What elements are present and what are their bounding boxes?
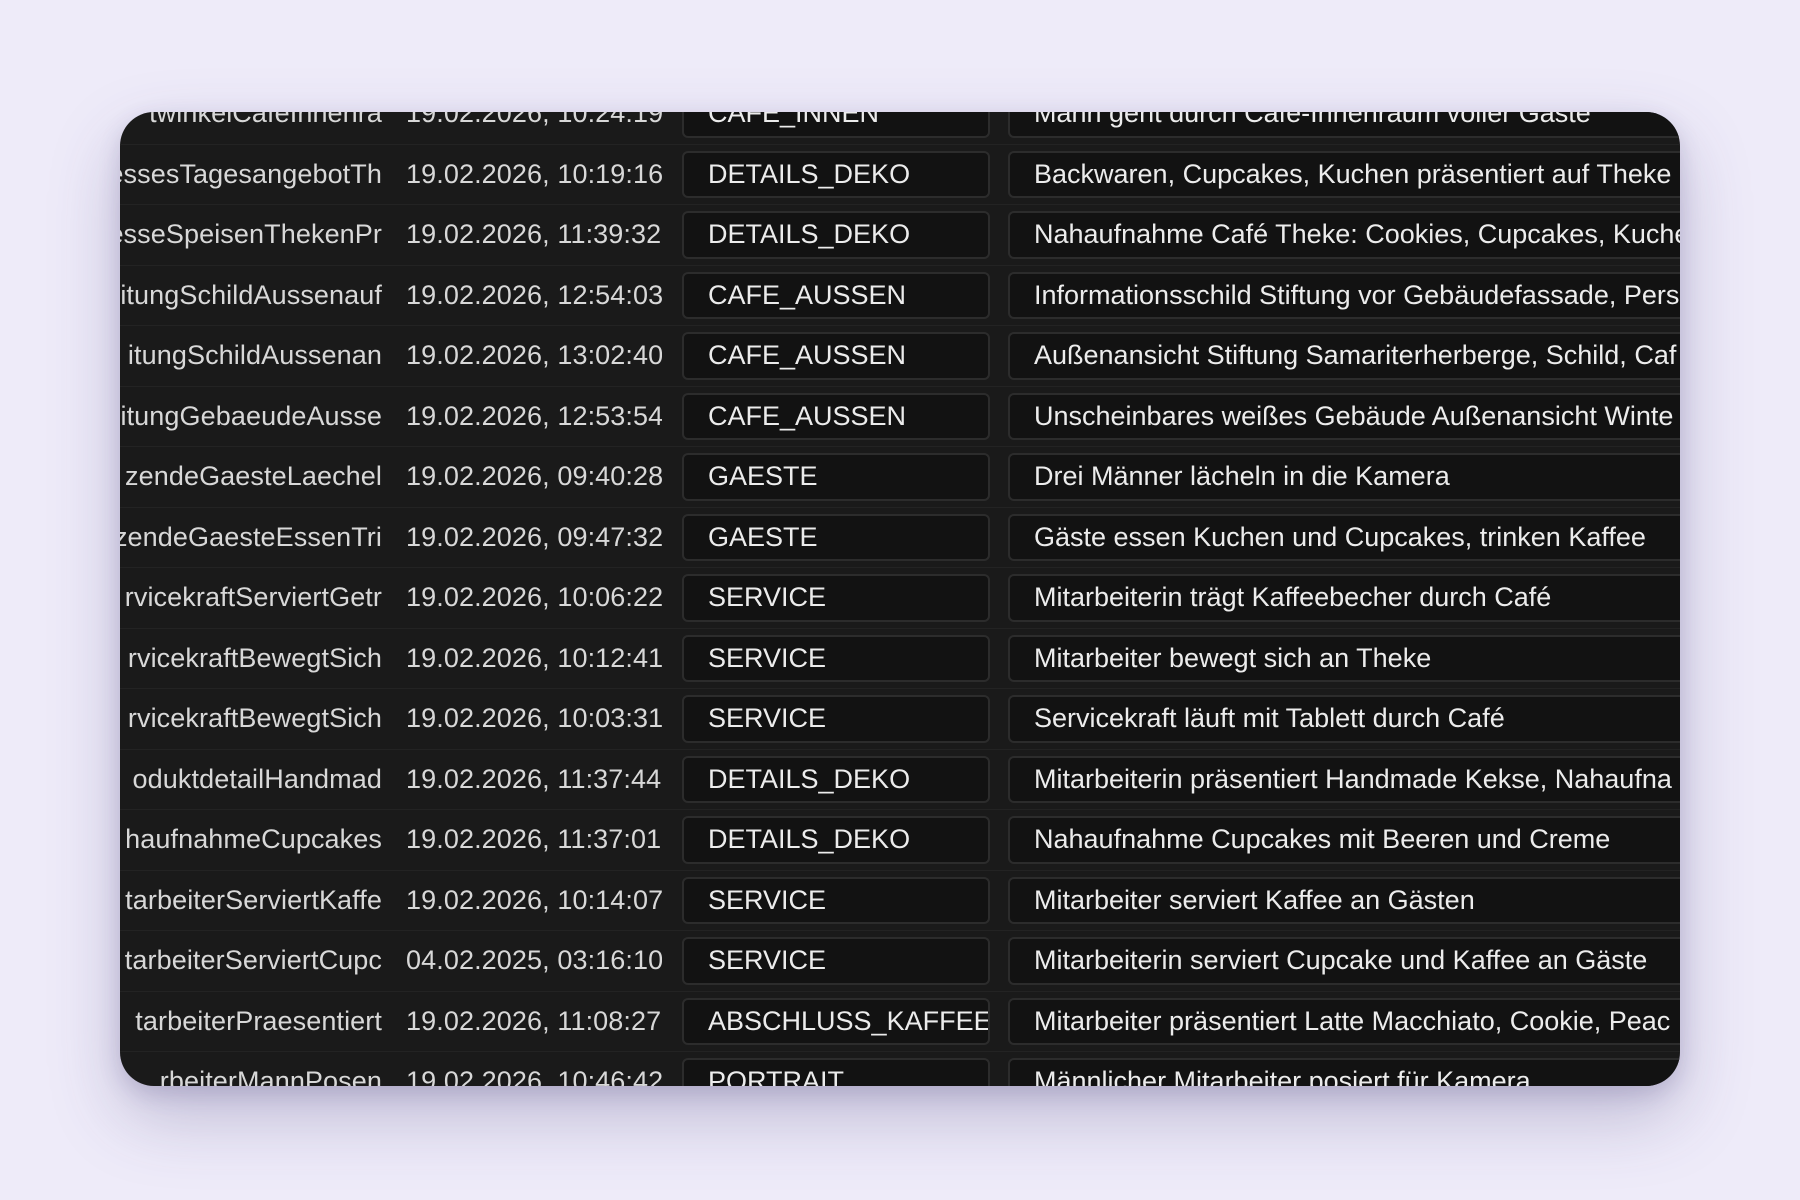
timestamp-cell: 19.02.2026, 13:02:40 (406, 340, 662, 371)
file-name-cell: zendeGaesteLaechel (125, 461, 382, 492)
file-name-cell: rvicekraftBewegtSich (127, 642, 382, 673)
category-field[interactable]: SERVICE (682, 695, 990, 743)
description-field[interactable]: Informationsschild Stiftung vor Gebäudef… (1008, 271, 1680, 319)
table-row[interactable]: twinkelCafeInnenra 19.02.2026, 10:24:19 … (120, 112, 1680, 145)
description-field[interactable]: Mann geht durch Café-Innenraum voller Gä… (1008, 112, 1680, 138)
category-field[interactable]: DETAILS_DEKO (682, 816, 990, 864)
description-field[interactable]: Mitarbeiterin trägt Kaffeebecher durch C… (1008, 574, 1680, 622)
description-field[interactable]: Servicekraft läuft mit Tablett durch Caf… (1008, 695, 1680, 743)
category-field[interactable]: DETAILS_DEKO (682, 211, 990, 259)
description-field[interactable]: Mitarbeiterin serviert Cupcake und Kaffe… (1008, 937, 1680, 985)
file-name-cell: twinkelCafeInnenra (149, 112, 382, 129)
timestamp-cell: 04.02.2025, 03:16:10 (406, 945, 662, 976)
table-row[interactable]: tarbeiterServiertCupc 04.02.2025, 03:16:… (120, 931, 1680, 992)
media-table-window: twinkelCafeInnenra 19.02.2026, 10:24:19 … (120, 112, 1680, 1086)
file-name-cell: esseSpeisenThekenPr (120, 219, 382, 250)
timestamp-cell: 19.02.2026, 09:40:28 (406, 461, 662, 492)
description-field[interactable]: Mitarbeiter bewegt sich an Theke (1008, 634, 1680, 682)
table-row[interactable]: zendeGaesteLaechel 19.02.2026, 09:40:28 … (120, 447, 1680, 508)
description-field[interactable]: Männlicher Mitarbeiter posiert für Kamer… (1008, 1058, 1680, 1086)
category-field[interactable]: DETAILS_DEKO (682, 150, 990, 198)
table-row[interactable]: itungSchildAussenan 19.02.2026, 13:02:40… (120, 326, 1680, 387)
description-field[interactable]: Drei Männer lächeln in die Kamera (1008, 453, 1680, 501)
timestamp-cell: 19.02.2026, 12:54:03 (406, 279, 662, 310)
category-field[interactable]: CAFE_AUSSEN (682, 271, 990, 319)
timestamp-cell: 19.02.2026, 10:24:19 (406, 112, 662, 129)
table-row[interactable]: rvicekraftBewegtSich 19.02.2026, 10:12:4… (120, 629, 1680, 689)
description-field[interactable]: Backwaren, Cupcakes, Kuchen präsentiert … (1008, 150, 1680, 198)
table-row[interactable]: zendeGaesteEssenTri 19.02.2026, 09:47:32… (120, 508, 1680, 568)
timestamp-cell: 19.02.2026, 10:19:16 (406, 158, 662, 189)
timestamp-cell: 19.02.2026, 10:12:41 (406, 642, 662, 673)
table-row[interactable]: esseSpeisenThekenPr 19.02.2026, 11:39:32… (120, 205, 1680, 266)
timestamp-cell: 19.02.2026, 10:06:22 (406, 582, 662, 613)
timestamp-cell: 19.02.2026, 10:46:42 (406, 1066, 662, 1086)
table-row[interactable]: essesTagesangebotTh 19.02.2026, 10:19:16… (120, 145, 1680, 205)
category-field[interactable]: ABSCHLUSS_KAFFEE (682, 997, 990, 1045)
description-field[interactable]: Nahaufnahme Café Theke: Cookies, Cupcake… (1008, 211, 1680, 259)
category-field[interactable]: CAFE_INNEN (682, 112, 990, 138)
table-row[interactable]: tarbeiterServiertKaffe 19.02.2026, 10:14… (120, 871, 1680, 931)
file-name-cell: zendeGaesteEssenTri (120, 521, 382, 552)
category-field[interactable]: SERVICE (682, 937, 990, 985)
file-name-cell: itungGebaeudeAusse (120, 400, 382, 431)
category-field[interactable]: GAESTE (682, 513, 990, 561)
table-row[interactable]: rvicekraftServiertGetr 19.02.2026, 10:06… (120, 568, 1680, 629)
file-name-cell: itungSchildAussenauf (120, 279, 382, 310)
description-field[interactable]: Gäste essen Kuchen und Cupcakes, trinken… (1008, 513, 1680, 561)
timestamp-cell: 19.02.2026, 11:37:44 (406, 763, 662, 794)
timestamp-cell: 19.02.2026, 12:53:54 (406, 400, 662, 431)
file-name-cell: tarbeiterServiertKaffe (125, 884, 382, 915)
table-row[interactable]: rvicekraftBewegtSich 19.02.2026, 10:03:3… (120, 689, 1680, 750)
description-field[interactable]: Außenansicht Stiftung Samariterherberge,… (1008, 332, 1680, 380)
timestamp-cell: 19.02.2026, 10:14:07 (406, 884, 662, 915)
file-name-cell: haufnahmeCupcakes (125, 824, 382, 855)
file-name-cell: oduktdetailHandmad (132, 763, 382, 794)
file-name-cell: tarbeiterPraesentiert (135, 1005, 382, 1036)
description-field[interactable]: Mitarbeiterin präsentiert Handmade Kekse… (1008, 755, 1680, 803)
timestamp-cell: 19.02.2026, 11:37:01 (406, 824, 662, 855)
category-field[interactable]: SERVICE (682, 876, 990, 924)
category-field[interactable]: CAFE_AUSSEN (682, 332, 990, 380)
file-name-cell: rvicekraftBewegtSich (127, 703, 382, 734)
description-field[interactable]: Unscheinbares weißes Gebäude Außenansich… (1008, 392, 1680, 440)
category-field[interactable]: DETAILS_DEKO (682, 755, 990, 803)
timestamp-cell: 19.02.2026, 10:03:31 (406, 703, 662, 734)
timestamp-cell: 19.02.2026, 11:08:27 (406, 1005, 662, 1036)
table-row[interactable]: itungSchildAussenauf 19.02.2026, 12:54:0… (120, 266, 1680, 326)
timestamp-cell: 19.02.2026, 09:47:32 (406, 521, 662, 552)
table-row[interactable]: oduktdetailHandmad 19.02.2026, 11:37:44 … (120, 750, 1680, 810)
category-field[interactable]: GAESTE (682, 453, 990, 501)
category-field[interactable]: SERVICE (682, 634, 990, 682)
media-table: twinkelCafeInnenra 19.02.2026, 10:24:19 … (120, 112, 1680, 1086)
category-field[interactable]: CAFE_AUSSEN (682, 392, 990, 440)
table-row[interactable]: itungGebaeudeAusse 19.02.2026, 12:53:54 … (120, 387, 1680, 447)
table-row[interactable]: rbeiterMannPosen 19.02.2026, 10:46:42 PO… (120, 1052, 1680, 1086)
file-name-cell: tarbeiterServiertCupc (124, 945, 382, 976)
file-name-cell: itungSchildAussenan (127, 340, 382, 371)
file-name-cell: essesTagesangebotTh (120, 158, 382, 189)
description-field[interactable]: Mitarbeiter präsentiert Latte Macchiato,… (1008, 997, 1680, 1045)
category-field[interactable]: PORTRAIT (682, 1058, 990, 1086)
description-field[interactable]: Nahaufnahme Cupcakes mit Beeren und Crem… (1008, 816, 1680, 864)
table-row[interactable]: haufnahmeCupcakes 19.02.2026, 11:37:01 D… (120, 810, 1680, 871)
file-name-cell: rvicekraftServiertGetr (124, 582, 382, 613)
table-row[interactable]: tarbeiterPraesentiert 19.02.2026, 11:08:… (120, 992, 1680, 1052)
timestamp-cell: 19.02.2026, 11:39:32 (406, 219, 662, 250)
file-name-cell: rbeiterMannPosen (159, 1066, 382, 1086)
description-field[interactable]: Mitarbeiter serviert Kaffee an Gästen (1008, 876, 1680, 924)
category-field[interactable]: SERVICE (682, 574, 990, 622)
